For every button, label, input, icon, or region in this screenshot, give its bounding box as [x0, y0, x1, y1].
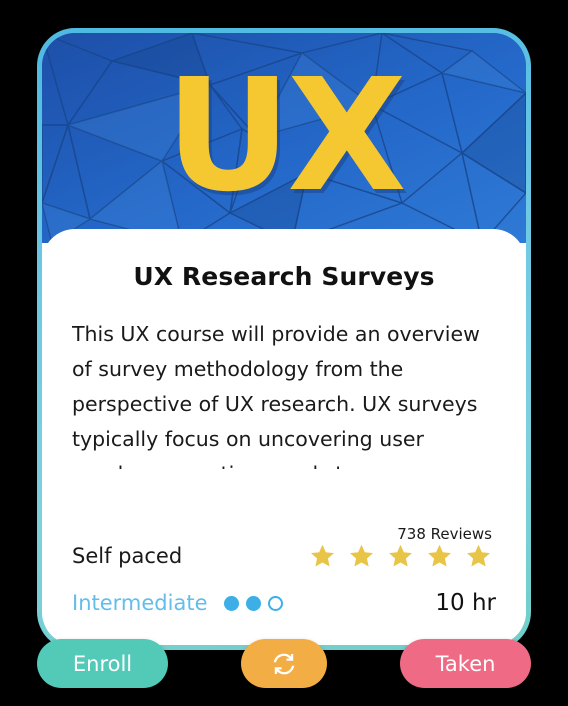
course-pace-label: Self paced — [72, 544, 183, 568]
level-dots — [223, 595, 283, 611]
course-meta: 738 Reviews Self paced Intermediate 10 h… — [72, 525, 496, 616]
pace-and-rating-row: Self paced — [72, 543, 496, 569]
star-icon — [311, 544, 334, 567]
refresh-sync-icon — [273, 653, 295, 674]
hero-logo-text: UX — [165, 44, 406, 226]
level-dot-filled — [245, 595, 261, 611]
star-icon — [389, 544, 412, 567]
course-info-panel: UX Research Surveys This UX course will … — [42, 229, 526, 645]
star-icon — [467, 544, 490, 567]
star-icon — [350, 544, 373, 567]
enroll-button[interactable]: Enroll — [37, 639, 168, 688]
level-group: Intermediate — [72, 591, 283, 615]
course-card[interactable]: UX UX Research Surveys This UX course wi… — [37, 28, 531, 650]
star-icon — [428, 544, 451, 567]
level-dot-filled — [223, 595, 239, 611]
level-and-duration-row: Intermediate 10 hr — [72, 590, 496, 616]
taken-button[interactable]: Taken — [400, 639, 531, 688]
reviews-count: 738 Reviews — [397, 525, 492, 543]
course-duration: 10 hr — [435, 590, 496, 616]
course-card-inner: UX UX Research Surveys This UX course wi… — [42, 33, 526, 645]
course-level-label: Intermediate — [72, 591, 208, 615]
course-title: UX Research Surveys — [133, 262, 435, 291]
sync-button[interactable] — [241, 639, 327, 688]
course-hero-image: UX — [42, 33, 526, 243]
course-description: This UX course will provide an overview … — [72, 322, 480, 469]
course-actions: Enroll Taken — [37, 639, 531, 688]
level-dot-empty — [267, 595, 283, 611]
rating-stars — [309, 543, 496, 569]
